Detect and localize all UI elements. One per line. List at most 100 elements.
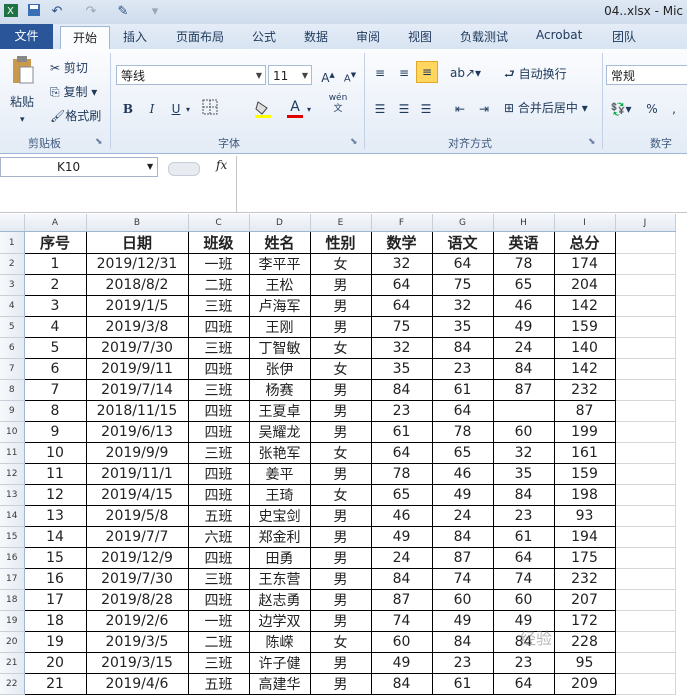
italic-button[interactable]: I xyxy=(142,99,162,119)
table-cell[interactable]: 32 xyxy=(371,253,433,275)
table-cell[interactable]: 2019/9/9 xyxy=(86,442,189,464)
row-header[interactable]: 22 xyxy=(0,673,25,695)
table-cell[interactable]: 209 xyxy=(554,673,616,695)
row-header[interactable]: 11 xyxy=(0,442,25,464)
table-cell[interactable]: 二班 xyxy=(188,631,250,653)
row-header[interactable]: 4 xyxy=(0,295,25,317)
tab-data[interactable]: 数据 xyxy=(304,28,328,45)
table-cell[interactable]: 9 xyxy=(24,421,87,443)
font-color-icon[interactable]: A xyxy=(284,97,306,118)
table-cell[interactable]: 84 xyxy=(493,484,555,506)
table-cell[interactable]: 王夏卓 xyxy=(249,400,311,422)
table-cell[interactable]: 61 xyxy=(371,421,433,443)
table-cell[interactable]: 159 xyxy=(554,463,616,485)
insert-function-button[interactable]: fx xyxy=(216,158,227,172)
row-header[interactable]: 5 xyxy=(0,316,25,338)
table-cell[interactable]: 46 xyxy=(432,463,494,485)
table-cell[interactable]: 49 xyxy=(432,610,494,632)
table-cell[interactable]: 35 xyxy=(371,358,433,380)
table-cell[interactable]: 140 xyxy=(554,337,616,359)
empty-cell[interactable] xyxy=(615,253,676,275)
table-cell[interactable]: 五班 xyxy=(188,505,250,527)
paste-button[interactable]: 粘贴 xyxy=(10,93,34,111)
borders-icon[interactable] xyxy=(196,99,224,119)
table-cell[interactable]: 74 xyxy=(493,568,555,590)
decrease-indent-icon[interactable]: ⇤ xyxy=(450,99,470,119)
row-header[interactable]: 14 xyxy=(0,505,25,527)
empty-cell[interactable] xyxy=(615,231,676,254)
table-cell[interactable]: 23 xyxy=(493,505,555,527)
font-size-combo[interactable]: 11 ▼ xyxy=(268,65,312,85)
fill-color-icon[interactable] xyxy=(250,99,276,119)
chevron-down-icon[interactable]: ▼ xyxy=(147,158,153,176)
tab-review[interactable]: 审阅 xyxy=(356,28,380,45)
table-cell[interactable]: 24 xyxy=(493,337,555,359)
paste-dropdown-icon[interactable]: ▾ xyxy=(20,111,25,129)
table-cell[interactable]: 2019/7/30 xyxy=(86,568,189,590)
table-cell[interactable]: 吴耀龙 xyxy=(249,421,311,443)
row-header[interactable]: 18 xyxy=(0,589,25,611)
table-cell[interactable]: 64 xyxy=(371,274,433,296)
table-cell[interactable]: 60 xyxy=(493,589,555,611)
table-cell[interactable]: 49 xyxy=(493,316,555,338)
table-cell[interactable]: 男 xyxy=(310,568,372,590)
row-header[interactable]: 20 xyxy=(0,631,25,653)
cut-button[interactable]: ✂ 剪切 xyxy=(50,59,88,77)
table-cell[interactable]: 2019/2/6 xyxy=(86,610,189,632)
increase-indent-icon[interactable]: ⇥ xyxy=(474,99,494,119)
table-cell[interactable]: 95 xyxy=(554,652,616,674)
table-cell[interactable]: 男 xyxy=(310,274,372,296)
chevron-down-icon[interactable]: ▾ xyxy=(186,101,190,119)
column-header-b[interactable]: B xyxy=(86,214,189,232)
table-cell[interactable]: 女 xyxy=(310,442,372,464)
table-cell[interactable]: 84 xyxy=(432,526,494,548)
tab-team[interactable]: 团队 xyxy=(612,28,636,45)
header-cell[interactable]: 性别 xyxy=(310,231,372,254)
table-cell[interactable]: 李平平 xyxy=(249,253,311,275)
table-cell[interactable]: 84 xyxy=(493,358,555,380)
table-cell[interactable]: 三班 xyxy=(188,295,250,317)
table-cell[interactable]: 198 xyxy=(554,484,616,506)
table-cell[interactable]: 61 xyxy=(493,526,555,548)
empty-cell[interactable] xyxy=(615,568,676,590)
tab-page-layout[interactable]: 页面布局 xyxy=(176,28,224,45)
empty-cell[interactable] xyxy=(615,505,676,527)
table-cell[interactable]: 64 xyxy=(371,295,433,317)
table-cell[interactable]: 三班 xyxy=(188,337,250,359)
bold-button[interactable]: B xyxy=(118,99,138,119)
table-cell[interactable]: 姜平 xyxy=(249,463,311,485)
empty-cell[interactable] xyxy=(615,421,676,443)
table-cell[interactable]: 一班 xyxy=(188,253,250,275)
table-cell[interactable]: 四班 xyxy=(188,400,250,422)
font-launcher-icon[interactable]: ⬊ xyxy=(350,133,358,151)
table-cell[interactable]: 二班 xyxy=(188,274,250,296)
table-cell[interactable]: 87 xyxy=(371,589,433,611)
table-cell[interactable]: 三班 xyxy=(188,379,250,401)
table-cell[interactable]: 3 xyxy=(24,295,87,317)
table-cell[interactable]: 20 xyxy=(24,652,87,674)
comma-icon[interactable]: , xyxy=(664,99,684,119)
header-cell[interactable]: 班级 xyxy=(188,231,250,254)
table-cell[interactable]: 男 xyxy=(310,505,372,527)
table-cell[interactable]: 46 xyxy=(493,295,555,317)
table-cell[interactable]: 2 xyxy=(24,274,87,296)
table-cell[interactable]: 175 xyxy=(554,547,616,569)
empty-cell[interactable] xyxy=(615,295,676,317)
table-cell[interactable]: 61 xyxy=(432,673,494,695)
align-middle-icon[interactable]: ≡ xyxy=(394,63,414,83)
table-cell[interactable]: 2019/3/8 xyxy=(86,316,189,338)
table-cell[interactable]: 卢海军 xyxy=(249,295,311,317)
table-cell[interactable]: 65 xyxy=(432,442,494,464)
table-cell[interactable]: 74 xyxy=(432,568,494,590)
table-cell[interactable]: 207 xyxy=(554,589,616,611)
table-cell[interactable]: 四班 xyxy=(188,484,250,506)
table-cell[interactable]: 7 xyxy=(24,379,87,401)
table-cell[interactable]: 男 xyxy=(310,547,372,569)
table-cell[interactable]: 2019/7/30 xyxy=(86,337,189,359)
empty-cell[interactable] xyxy=(615,442,676,464)
table-cell[interactable]: 王琦 xyxy=(249,484,311,506)
table-cell[interactable]: 61 xyxy=(432,379,494,401)
tab-load-test[interactable]: 负载测试 xyxy=(460,28,508,45)
table-cell[interactable]: 84 xyxy=(371,568,433,590)
empty-cell[interactable] xyxy=(615,589,676,611)
